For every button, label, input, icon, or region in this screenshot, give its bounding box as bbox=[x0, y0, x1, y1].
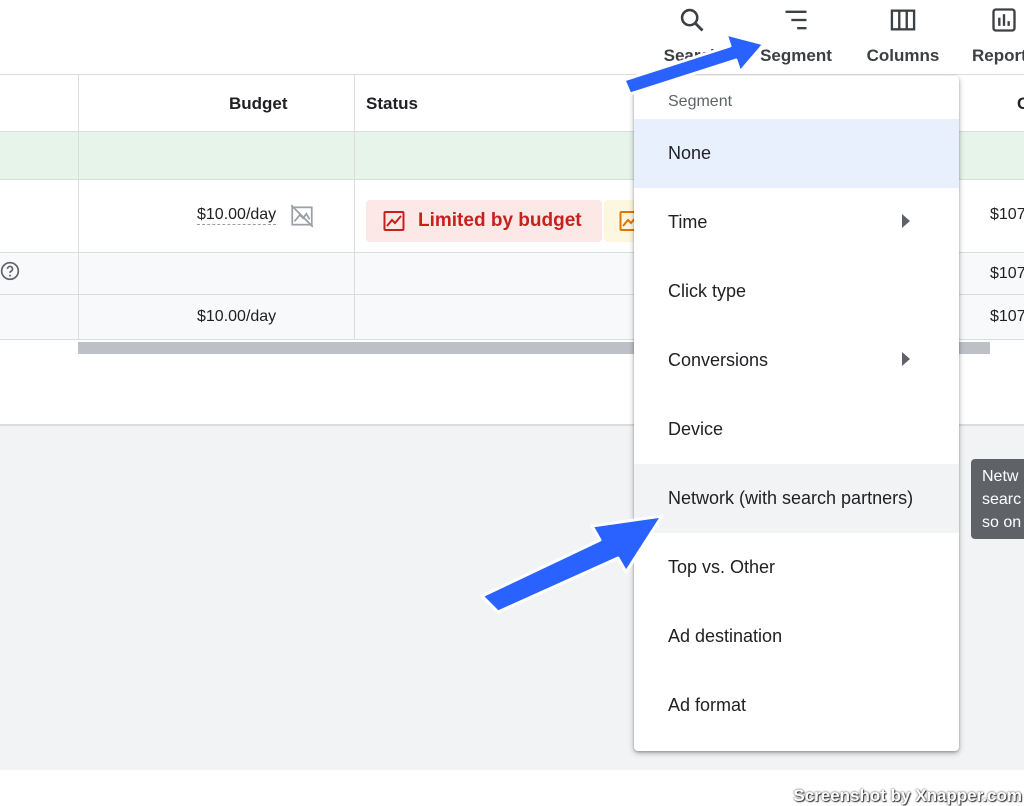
reports-tool-button[interactable]: Reports bbox=[972, 6, 1024, 66]
columns-tool-button[interactable]: Columns bbox=[864, 6, 942, 66]
menu-item-time[interactable]: Time bbox=[634, 188, 959, 257]
menu-item-label: Time bbox=[668, 212, 708, 232]
columns-icon bbox=[890, 9, 916, 31]
chevron-right-icon bbox=[902, 214, 910, 228]
menu-item-label: Network (with search partners) bbox=[668, 488, 914, 508]
trend-chart-icon bbox=[383, 211, 405, 231]
menu-item-click-type[interactable]: Click type bbox=[634, 257, 959, 326]
tooltip-line: searc bbox=[982, 491, 1022, 508]
annotation-arrow-bottom bbox=[480, 514, 664, 614]
watermark: Screenshot by Xnapper.com bbox=[793, 786, 1022, 805]
menu-item-none[interactable]: None bbox=[634, 119, 959, 188]
network-tooltip: Netw searc so on bbox=[971, 459, 1024, 539]
menu-item-ad-destination[interactable]: Ad destination bbox=[634, 602, 959, 671]
toolbar: Search Segment Columns Reports bbox=[0, 0, 1024, 74]
help-icon[interactable] bbox=[0, 261, 20, 281]
limited-by-budget-label: Limited by budget bbox=[418, 210, 582, 231]
menu-item-ad-format[interactable]: Ad format bbox=[634, 671, 959, 740]
menu-item-label: Conversions bbox=[668, 350, 769, 370]
header-budget[interactable]: Budget bbox=[229, 94, 288, 114]
columns-tool-label: Columns bbox=[866, 46, 940, 65]
menu-item-label: Ad format bbox=[668, 695, 747, 715]
reports-tool-label: Reports bbox=[972, 46, 1024, 65]
menu-item-conversions[interactable]: Conversions bbox=[634, 326, 959, 395]
tooltip-line: so on bbox=[982, 514, 1022, 531]
limited-by-budget-badge[interactable]: Limited by budget bbox=[366, 200, 602, 242]
tooltip-line: Netw bbox=[982, 468, 1019, 485]
image-off-icon bbox=[290, 204, 314, 228]
menu-item-label: Ad destination bbox=[668, 626, 783, 646]
row1-budget[interactable]: $10.00/day bbox=[197, 206, 277, 225]
menu-item-label: Click type bbox=[668, 281, 747, 301]
segment-icon bbox=[785, 10, 807, 30]
menu-item-label: Device bbox=[668, 419, 724, 439]
header-cost[interactable]: C bbox=[1017, 94, 1024, 114]
menu-item-label: Top vs. Other bbox=[668, 557, 776, 577]
row3-budget: $10.00/day bbox=[197, 308, 277, 325]
annotation-arrow-top bbox=[622, 32, 766, 96]
menu-item-top-vs-other[interactable]: Top vs. Other bbox=[634, 533, 959, 602]
row1-cost: $107 bbox=[990, 206, 1024, 223]
chevron-right-icon bbox=[902, 352, 910, 366]
column-divider bbox=[354, 75, 355, 339]
row3-cost: $107 bbox=[990, 308, 1024, 325]
reports-icon bbox=[992, 8, 1016, 32]
table-top-border bbox=[0, 74, 1024, 75]
row2-cost: $107 bbox=[990, 265, 1024, 282]
menu-item-label: None bbox=[668, 143, 712, 163]
segment-menu: Segment None Time Click type Conversions… bbox=[634, 76, 959, 751]
header-status[interactable]: Status bbox=[366, 94, 418, 114]
column-divider bbox=[78, 75, 79, 339]
menu-item-device[interactable]: Device bbox=[634, 395, 959, 464]
menu-item-network[interactable]: Network (with search partners) bbox=[634, 464, 959, 533]
